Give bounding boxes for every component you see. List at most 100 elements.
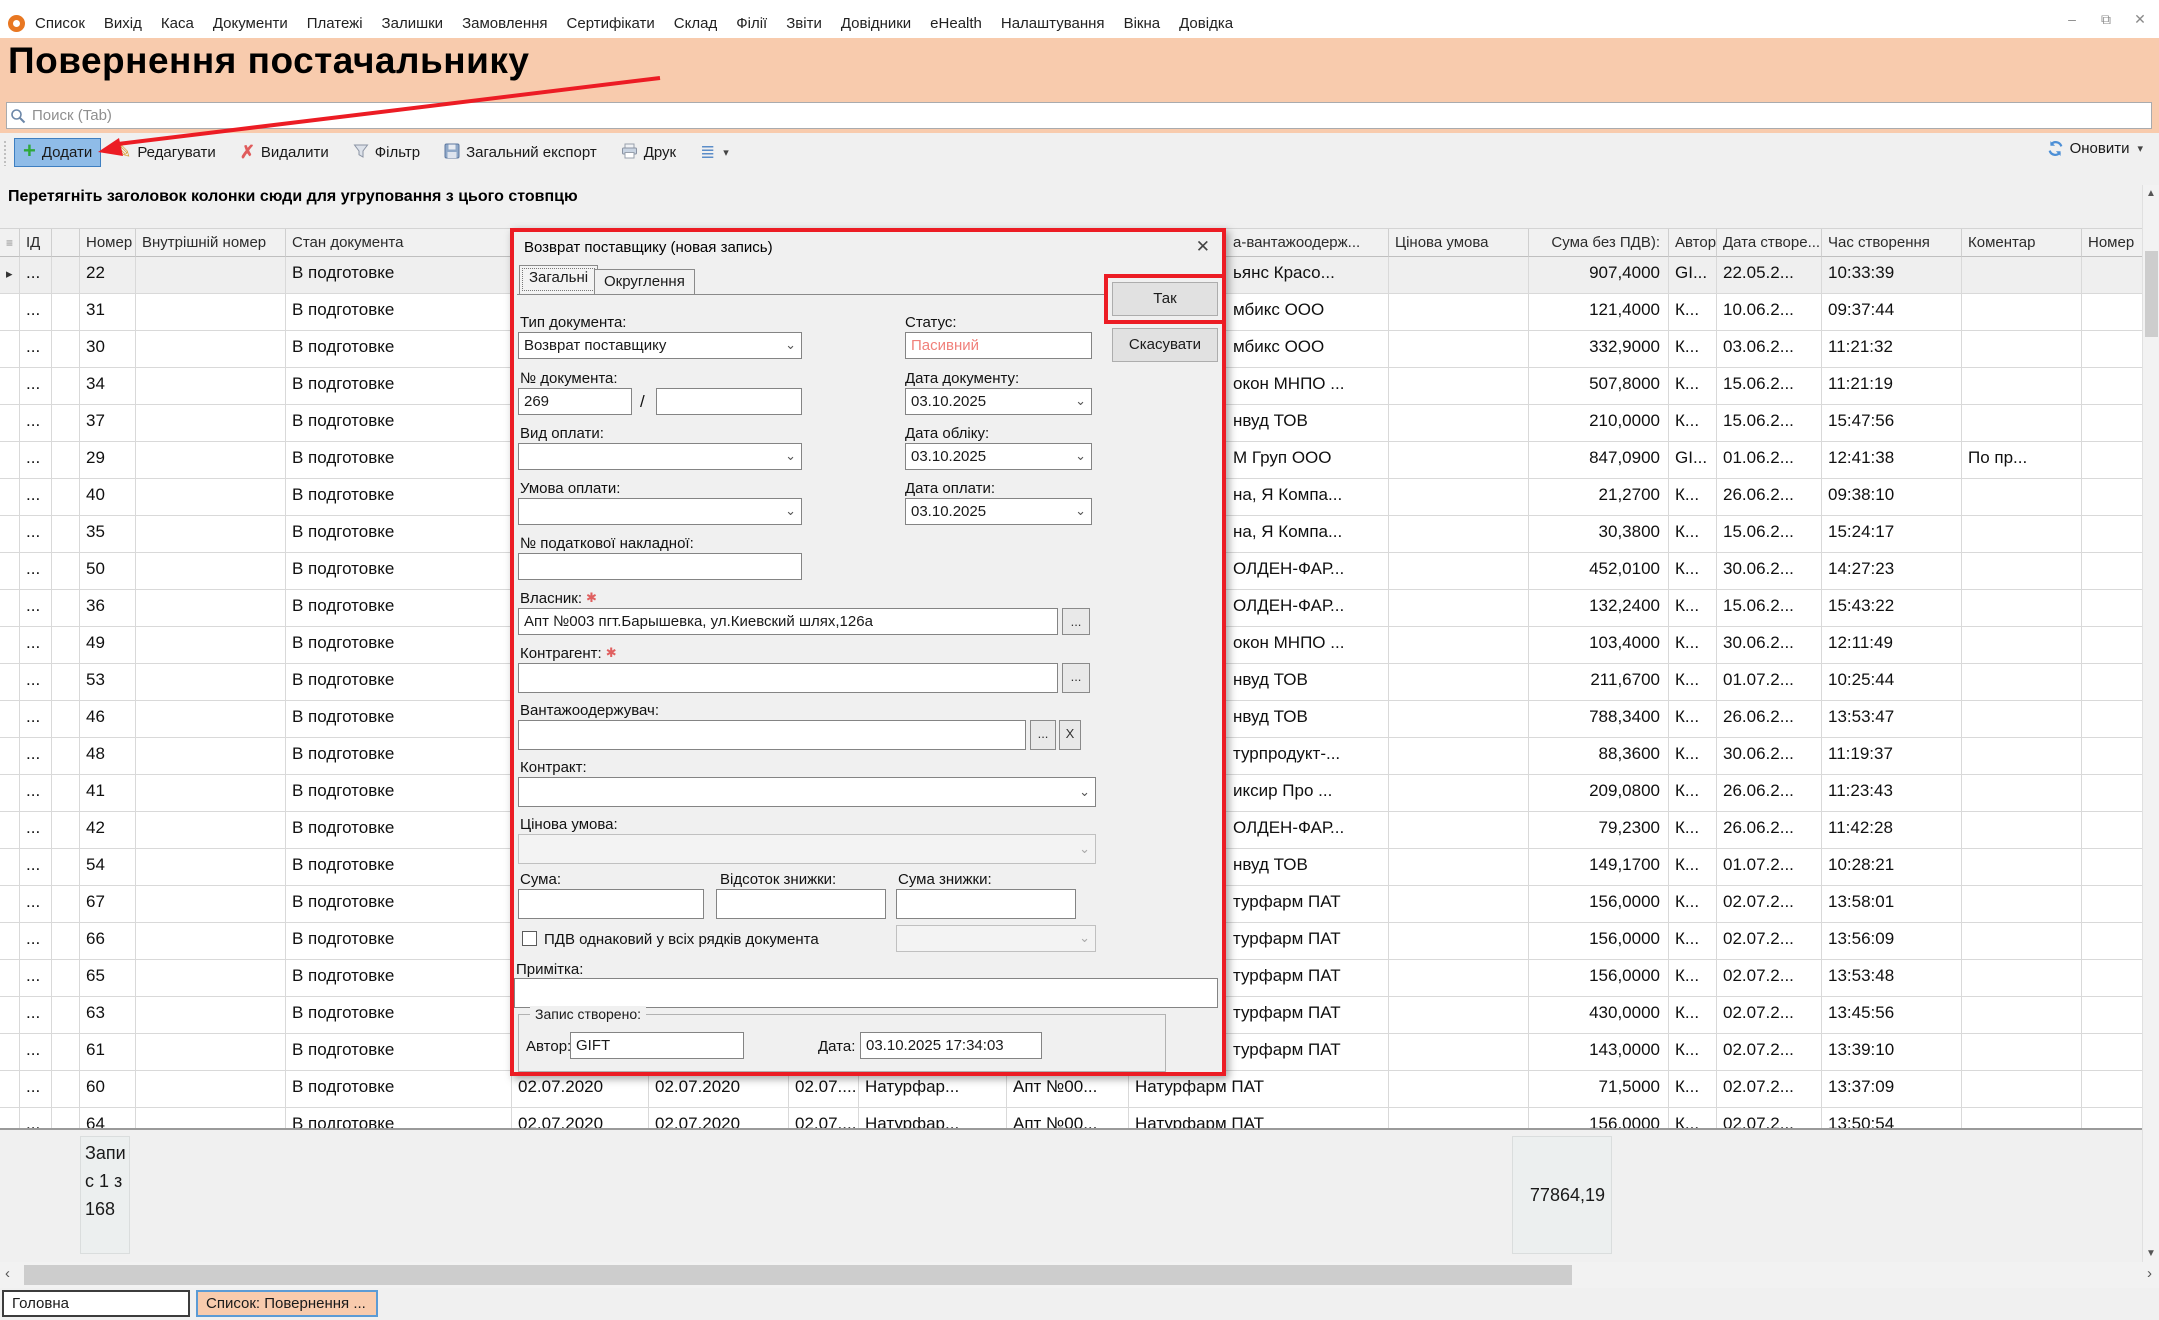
- chevron-down-icon[interactable]: ▾: [723, 146, 729, 159]
- tab-general[interactable]: Загальні: [519, 265, 598, 294]
- receiver-browse-button[interactable]: ...: [1030, 720, 1056, 750]
- chevron-down-icon[interactable]: ▾: [2137, 142, 2143, 155]
- menu-item-Каса[interactable]: Каса: [161, 15, 194, 32]
- owner-browse-button[interactable]: ...: [1062, 608, 1090, 635]
- scroll-down-icon[interactable]: ▼: [2146, 1248, 2156, 1259]
- column-header-num[interactable]: Номер: [80, 229, 136, 257]
- pay-cond-combo[interactable]: ⌄: [518, 498, 802, 525]
- menu-item-Довідники[interactable]: Довідники: [841, 15, 911, 32]
- contract-combo[interactable]: ⌄: [518, 777, 1096, 807]
- tax-invoice-input[interactable]: [518, 553, 802, 580]
- row-detail-button[interactable]: ...: [20, 257, 52, 294]
- row-detail-button[interactable]: ...: [20, 923, 52, 960]
- doc-num2-input[interactable]: [656, 388, 802, 415]
- columns-button[interactable]: ≣▾: [691, 137, 738, 168]
- row-detail-button[interactable]: ...: [20, 590, 52, 627]
- menu-item-Сертифікати[interactable]: Сертифікати: [567, 15, 655, 32]
- ok-button[interactable]: Так: [1112, 282, 1218, 316]
- doc-date-combo[interactable]: 03.10.2025⌄: [905, 388, 1092, 415]
- horizontal-scroll-thumb[interactable]: [24, 1265, 1572, 1285]
- toolbar-grip[interactable]: [3, 140, 8, 166]
- receiver-clear-button[interactable]: X: [1059, 720, 1081, 750]
- row-detail-button[interactable]: ...: [20, 553, 52, 590]
- acc-date-combo[interactable]: 03.10.2025⌄: [905, 443, 1092, 470]
- discount-sum-input[interactable]: [896, 889, 1076, 919]
- sum-input[interactable]: [518, 889, 704, 919]
- chevron-down-icon[interactable]: ⌄: [1075, 393, 1086, 409]
- Фільтр-button[interactable]: Фільтр: [344, 138, 429, 168]
- receiver-input[interactable]: [518, 720, 1026, 750]
- contragent-browse-button[interactable]: ...: [1062, 663, 1090, 693]
- tab-rounding[interactable]: Округлення: [594, 269, 695, 294]
- row-detail-button[interactable]: ...: [20, 294, 52, 331]
- chevron-down-icon[interactable]: ⌄: [785, 337, 796, 353]
- chevron-down-icon[interactable]: ⌄: [1079, 784, 1090, 800]
- price-cond-combo[interactable]: ⌄: [518, 834, 1096, 864]
- discount-pct-input[interactable]: [716, 889, 886, 919]
- menu-item-Замовлення[interactable]: Замовлення: [462, 15, 547, 32]
- column-header-idbtn[interactable]: ІД: [20, 229, 52, 257]
- scroll-up-icon[interactable]: ▲: [2146, 188, 2156, 199]
- chevron-down-icon[interactable]: ⌄: [1075, 503, 1086, 519]
- menu-item-Список[interactable]: Список: [35, 15, 85, 32]
- menu-item-Склад[interactable]: Склад: [674, 15, 717, 32]
- pay-date-combo[interactable]: 03.10.2025⌄: [905, 498, 1092, 525]
- column-header-author[interactable]: Автор: [1669, 229, 1717, 257]
- row-detail-button[interactable]: ...: [20, 368, 52, 405]
- dialog-close-icon[interactable]: ✕: [1196, 237, 1210, 257]
- column-header-state[interactable]: Стан документа: [286, 229, 512, 257]
- pay-kind-combo[interactable]: ⌄: [518, 443, 802, 470]
- Видалити-button[interactable]: ✗Видалити: [231, 137, 338, 168]
- row-detail-button[interactable]: ...: [20, 1108, 52, 1129]
- row-detail-button[interactable]: ...: [20, 849, 52, 886]
- row-detail-button[interactable]: ...: [20, 812, 52, 849]
- row-detail-button[interactable]: ...: [20, 405, 52, 442]
- close-icon[interactable]: ✕: [2131, 11, 2149, 28]
- menu-item-Документи[interactable]: Документи: [213, 15, 288, 32]
- row-detail-button[interactable]: ...: [20, 886, 52, 923]
- table-row-partial[interactable]: ...64В подготовке02.07.202002.07.202002.…: [0, 1108, 2142, 1129]
- doc-type-combo[interactable]: Возврат поставщику⌄: [518, 332, 802, 359]
- chevron-down-icon[interactable]: ⌄: [1075, 448, 1086, 464]
- contragent-input[interactable]: [518, 663, 1058, 693]
- menu-item-Довідка[interactable]: Довідка: [1179, 15, 1233, 32]
- search-box[interactable]: [6, 102, 2152, 129]
- row-detail-button[interactable]: ...: [20, 516, 52, 553]
- row-detail-button[interactable]: ...: [20, 960, 52, 997]
- row-detail-button[interactable]: ...: [20, 479, 52, 516]
- column-header-internal[interactable]: Внутрішній номер: [136, 229, 286, 257]
- row-detail-button[interactable]: ...: [20, 701, 52, 738]
- menu-item-Платежі[interactable]: Платежі: [307, 15, 363, 32]
- row-detail-button[interactable]: ...: [20, 627, 52, 664]
- vat-checkbox[interactable]: [522, 931, 537, 946]
- row-detail-button[interactable]: ...: [20, 331, 52, 368]
- refresh-button[interactable]: Оновити ▾: [2047, 140, 2143, 157]
- search-input[interactable]: [30, 106, 2151, 125]
- scroll-right-icon[interactable]: ›: [2147, 1265, 2152, 1282]
- horizontal-scrollbar[interactable]: ‹ ›: [0, 1262, 2159, 1288]
- menu-item-eHealth[interactable]: eHealth: [930, 15, 982, 32]
- row-detail-button[interactable]: ...: [20, 997, 52, 1034]
- chevron-down-icon[interactable]: ⌄: [785, 448, 796, 464]
- menu-item-Залишки[interactable]: Залишки: [382, 15, 444, 32]
- Загальний експорт-button[interactable]: Загальний експорт: [435, 138, 606, 168]
- minimize-icon[interactable]: –: [2063, 11, 2081, 28]
- column-header-created[interactable]: Дата створе...: [1717, 229, 1822, 257]
- tab-list-return[interactable]: Список: Повернення ...: [196, 1290, 378, 1317]
- vat-combo[interactable]: ⌄: [896, 925, 1096, 952]
- scroll-left-icon[interactable]: ‹: [5, 1265, 10, 1282]
- Друк-button[interactable]: Друк: [612, 138, 685, 168]
- Редагувати-button[interactable]: ✎Редагувати: [107, 137, 225, 168]
- menu-item-Вихід[interactable]: Вихід: [104, 15, 142, 32]
- table-row[interactable]: ...60В подготовке02.07.202002.07.202002.…: [0, 1071, 2142, 1108]
- cancel-button[interactable]: Скасувати: [1112, 328, 1218, 362]
- row-detail-button[interactable]: ...: [20, 775, 52, 812]
- vertical-scrollbar[interactable]: ▲ ▼: [2142, 185, 2159, 1262]
- menu-item-Налаштування[interactable]: Налаштування: [1001, 15, 1105, 32]
- doc-num-input[interactable]: 269: [518, 388, 632, 415]
- row-detail-button[interactable]: ...: [20, 1071, 52, 1108]
- restore-icon[interactable]: ⧉: [2097, 11, 2115, 28]
- menu-item-Звіти[interactable]: Звіти: [786, 15, 822, 32]
- row-detail-button[interactable]: ...: [20, 442, 52, 479]
- row-detail-button[interactable]: ...: [20, 1034, 52, 1071]
